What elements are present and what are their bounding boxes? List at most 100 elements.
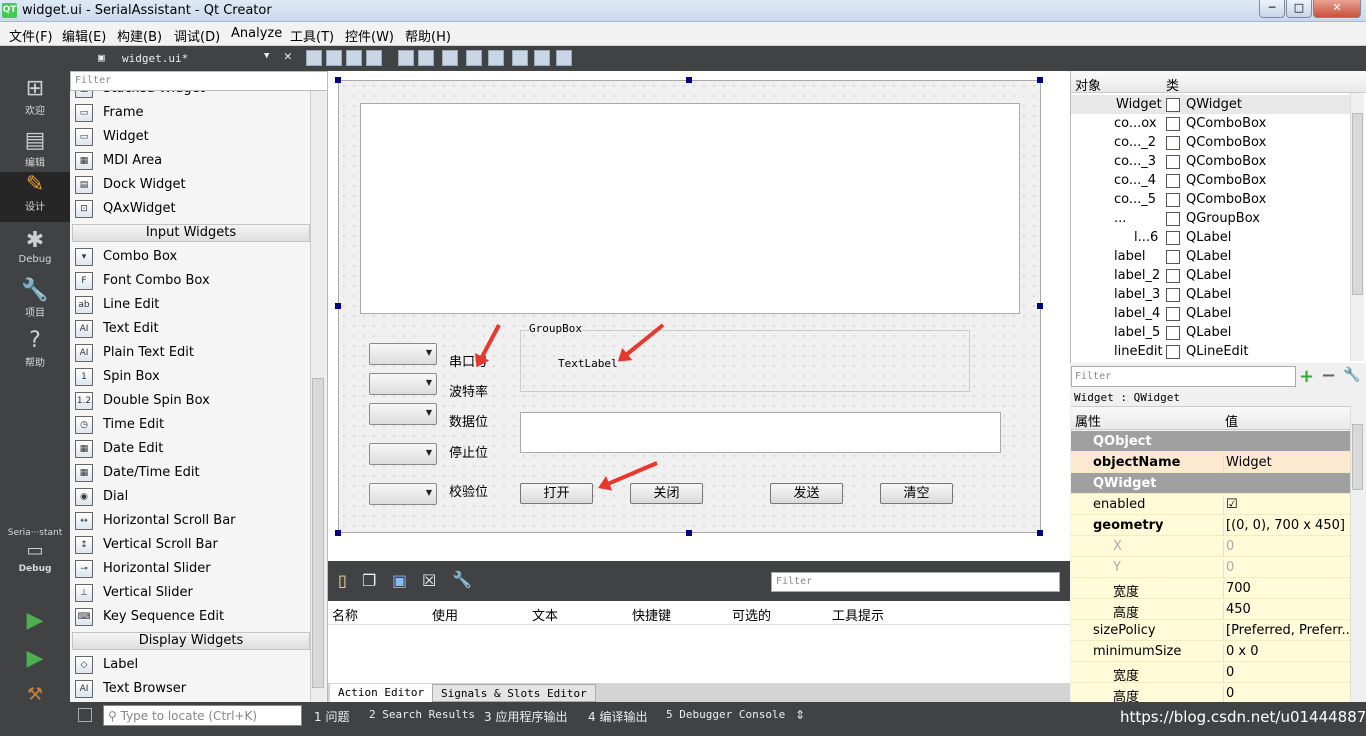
minimize-button[interactable]: ─ xyxy=(1259,0,1285,18)
property-row[interactable]: objectName Widget xyxy=(1071,452,1350,475)
object-tree-row[interactable]: co..._5 QComboBox xyxy=(1071,190,1351,209)
panes-menu-icon[interactable]: ⇕ xyxy=(795,708,805,722)
combo-baud[interactable] xyxy=(369,373,437,395)
col-object[interactable]: 对象 xyxy=(1075,75,1101,94)
selection-handle[interactable] xyxy=(686,77,692,83)
selection-handle[interactable] xyxy=(335,77,341,83)
close-button[interactable]: ✕ xyxy=(1313,0,1361,18)
adjust-size-icon[interactable] xyxy=(556,50,572,66)
selection-handle[interactable] xyxy=(1037,303,1043,309)
property-value[interactable]: ☑ xyxy=(1223,497,1350,517)
combo-port[interactable] xyxy=(369,343,437,365)
line-edit[interactable] xyxy=(520,412,1001,453)
designed-form[interactable]: 串口号 波特率 数据位 停止位 校验位 GroupBox TextLabel 打… xyxy=(338,80,1041,533)
object-inspector-scrollbar[interactable] xyxy=(1350,93,1364,361)
toggle-sidebar-icon[interactable] xyxy=(78,708,92,722)
action-filter-input[interactable]: Filter xyxy=(771,572,1060,592)
property-value[interactable]: [(0, 0), 700 x 450] xyxy=(1223,518,1350,538)
mode-help[interactable]: ? 帮助 xyxy=(0,328,70,378)
layout-grid-icon[interactable] xyxy=(512,50,528,66)
selection-handle[interactable] xyxy=(1037,77,1043,83)
new-action-icon[interactable]: ▯ xyxy=(338,571,347,590)
menu-widgets[interactable]: 控件(W) xyxy=(345,26,394,45)
edit-tab-order-icon[interactable] xyxy=(366,50,382,66)
layout-vertical-icon[interactable] xyxy=(418,50,434,66)
widget-item[interactable]: 1.2 Double Spin Box xyxy=(72,389,310,413)
pane-compile-output[interactable]: 4 编译输出 xyxy=(588,708,647,725)
combo-parity[interactable] xyxy=(369,483,437,505)
mode-welcome[interactable]: ⊞ 欢迎 xyxy=(0,76,70,126)
property-value[interactable]: 700 xyxy=(1223,581,1350,601)
widget-item[interactable]: ▥ Stacked Widget xyxy=(72,91,310,101)
widget-category[interactable]: Display Widgets xyxy=(72,632,310,650)
widget-item[interactable]: ▭ Widget xyxy=(72,125,310,149)
send-button[interactable]: 发送 xyxy=(770,483,843,504)
configure-wrench-icon[interactable]: 🔧 xyxy=(1343,367,1360,383)
copy-action-icon[interactable]: ❐ xyxy=(362,571,376,590)
break-layout-icon[interactable] xyxy=(534,50,550,66)
splitter-vertical-icon[interactable] xyxy=(466,50,482,66)
delete-action-icon[interactable]: ☒ xyxy=(422,571,436,590)
widget-item[interactable]: ↔ Horizontal Scroll Bar xyxy=(72,509,310,533)
col-value[interactable]: 值 xyxy=(1225,411,1238,430)
menu-tools[interactable]: 工具(T) xyxy=(290,26,334,45)
property-row[interactable]: Y0 xyxy=(1071,557,1350,580)
menu-edit[interactable]: 编辑(E) xyxy=(62,26,106,45)
layout-form-icon[interactable] xyxy=(488,50,504,66)
object-tree-row[interactable]: l...6 QLabel xyxy=(1071,228,1351,247)
property-row[interactable]: 宽度 700 xyxy=(1071,578,1350,601)
property-row[interactable]: 高度 450 xyxy=(1071,599,1350,622)
widget-item[interactable]: AI Plain Text Edit xyxy=(72,341,310,365)
object-tree-row[interactable]: label_3 QLabel xyxy=(1071,285,1351,304)
widget-item[interactable]: ▦ MDI Area xyxy=(72,149,310,173)
selection-handle[interactable] xyxy=(335,303,341,309)
open-button[interactable]: 打开 xyxy=(520,483,593,504)
property-value[interactable]: 0 xyxy=(1223,665,1350,685)
mode-projects[interactable]: 🔧 项目 xyxy=(0,278,70,328)
pane-app-output[interactable]: 3 应用程序输出 xyxy=(484,708,567,725)
add-property-icon[interactable]: + xyxy=(1299,366,1314,387)
document-selector[interactable]: ▣ widget.ui* ▼ ✕ xyxy=(90,46,318,71)
widget-filter-input[interactable]: Filter xyxy=(70,71,328,91)
menu-help[interactable]: 帮助(H) xyxy=(405,26,451,45)
col-class[interactable]: 类 xyxy=(1166,75,1179,94)
menu-analyze[interactable]: Analyze xyxy=(231,26,282,41)
maximize-button[interactable]: □ xyxy=(1286,0,1312,18)
widget-item[interactable]: ↕ Vertical Scroll Bar xyxy=(72,533,310,557)
widget-item[interactable]: ⊡ QAxWidget xyxy=(72,197,310,221)
splitter-horizontal-icon[interactable] xyxy=(442,50,458,66)
property-row[interactable]: enabled ☑ xyxy=(1071,494,1350,517)
property-value[interactable]: [Preferred, Preferr... xyxy=(1223,623,1350,643)
widget-list-scrollbar[interactable] xyxy=(310,91,326,702)
pane-debugger-console[interactable]: 5 Debugger Console xyxy=(666,708,785,721)
pane-search-results[interactable]: 2 Search Results xyxy=(369,708,475,721)
property-row[interactable]: geometry [(0, 0), 700 x 450] xyxy=(1071,515,1350,538)
col-used[interactable]: 使用 xyxy=(432,605,458,624)
property-value[interactable]: 0 xyxy=(1223,539,1350,559)
run-button[interactable]: ▶ xyxy=(0,608,70,638)
widget-item[interactable]: 1 Spin Box xyxy=(72,365,310,389)
settings-wrench-icon[interactable]: 🔧 xyxy=(452,570,472,589)
property-value[interactable]: 450 xyxy=(1223,602,1350,622)
edit-buddies-icon[interactable] xyxy=(346,50,362,66)
layout-horizontal-icon[interactable] xyxy=(398,50,414,66)
selection-handle[interactable] xyxy=(1037,530,1043,536)
property-filter-input[interactable]: Filter xyxy=(1071,366,1296,387)
widget-item[interactable]: ◉ Dial xyxy=(72,485,310,509)
property-value[interactable]: 0 x 0 xyxy=(1223,644,1350,664)
widget-item[interactable]: ⊸ Horizontal Slider xyxy=(72,557,310,581)
pane-issues[interactable]: 1 问题 xyxy=(314,708,349,725)
object-tree-row[interactable]: lineEdit QLineEdit xyxy=(1071,342,1351,361)
edit-widgets-icon[interactable] xyxy=(306,50,322,66)
property-value[interactable]: 0 xyxy=(1223,560,1350,580)
widget-item[interactable]: ▭ Frame xyxy=(72,101,310,125)
selection-handle[interactable] xyxy=(686,530,692,536)
selection-handle[interactable] xyxy=(335,530,341,536)
object-tree-row[interactable]: co..._2 QComboBox xyxy=(1071,133,1351,152)
widget-item[interactable]: ⌨ Key Sequence Edit xyxy=(72,605,310,629)
object-tree-row[interactable]: label_5 QLabel xyxy=(1071,323,1351,342)
widget-item[interactable]: ◇ Label xyxy=(72,653,310,677)
combo-databits[interactable] xyxy=(369,403,437,425)
mode-debug[interactable]: ✱ Debug xyxy=(0,228,70,278)
object-tree-row[interactable]: label QLabel xyxy=(1071,247,1351,266)
